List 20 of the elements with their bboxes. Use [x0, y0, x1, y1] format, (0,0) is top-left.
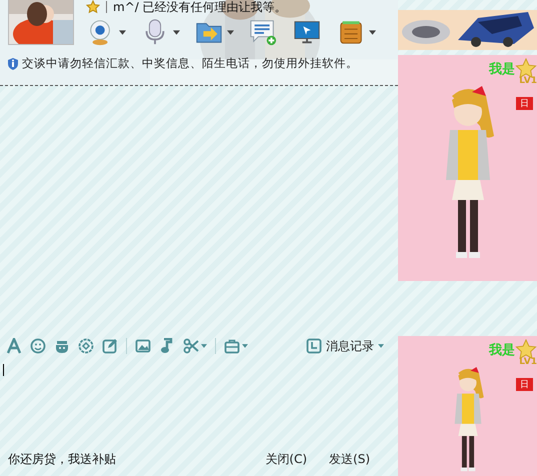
- history-icon: [306, 338, 322, 354]
- history-button[interactable]: 消息记录: [306, 338, 384, 354]
- caret-icon: [378, 344, 384, 348]
- hat-face-icon[interactable]: [54, 338, 70, 354]
- scissors-icon[interactable]: [183, 338, 207, 354]
- level-label: LV1: [519, 357, 537, 367]
- ad-link[interactable]: 你还房贷，我送补贴: [8, 450, 116, 468]
- show-name: 我是: [489, 61, 515, 78]
- briefcase-icon[interactable]: [224, 338, 248, 354]
- show-name: 我是: [489, 342, 515, 359]
- music-note-icon[interactable]: [159, 338, 175, 354]
- image-icon[interactable]: [135, 338, 151, 354]
- send-button[interactable]: 发送(S): [325, 450, 374, 468]
- day-badge: 日: [516, 97, 533, 110]
- close-button[interactable]: 关闭(C): [261, 450, 312, 468]
- smiley-icon[interactable]: [30, 338, 46, 354]
- edit-icon[interactable]: [102, 338, 118, 354]
- day-badge: 日: [516, 378, 533, 391]
- level-label: LV1: [519, 76, 537, 86]
- font-icon[interactable]: [6, 338, 22, 354]
